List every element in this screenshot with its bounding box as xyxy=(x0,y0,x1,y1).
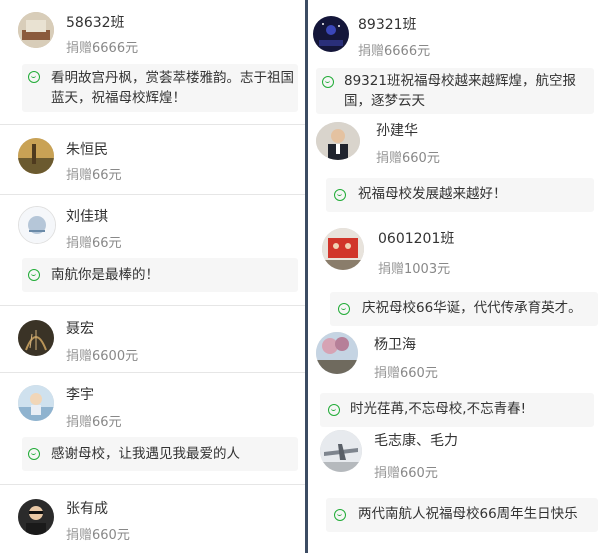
donor-name: 聂宏 xyxy=(66,321,94,337)
donor-name: 58632班 xyxy=(66,15,125,31)
avatar[interactable] xyxy=(18,385,54,421)
donation-amount: 捐赠1003元 xyxy=(378,258,450,277)
avatar[interactable] xyxy=(18,499,54,535)
donation-value: 660元 xyxy=(400,366,438,381)
donation-value: 660元 xyxy=(402,151,440,166)
donor-list-right[interactable]: 89321班 捐赠6666元 89321班祝福母校越来越辉煌，航空报国，逐梦云天… xyxy=(308,0,599,553)
donation-amount: 捐赠660元 xyxy=(376,147,440,166)
message-text: 祝福母校发展越来越好！ xyxy=(358,186,507,202)
avatar[interactable] xyxy=(320,430,362,472)
donation-amount: 捐赠6666元 xyxy=(66,37,138,56)
donation-value: 1003元 xyxy=(404,262,451,277)
donation-label: 捐赠 xyxy=(358,44,385,59)
donor-name: 朱恒民 xyxy=(66,142,108,158)
message-text: 看明故宫丹枫，赏荟萃楼雅韵。志于祖国蓝天，祝福母校辉煌！ xyxy=(51,70,294,106)
message-box: 看明故宫丹枫，赏荟萃楼雅韵。志于祖国蓝天，祝福母校辉煌！ xyxy=(22,64,298,112)
donor-name: 89321班 xyxy=(358,17,417,33)
donor-name: 毛志康、毛力 xyxy=(374,433,458,449)
donation-label: 捐赠 xyxy=(66,528,93,543)
message-box: 庆祝母校66华诞，代代传承育英才。 xyxy=(330,292,598,326)
message-box: 两代南航人祝福母校66周年生日快乐 xyxy=(326,498,598,532)
donation-label: 捐赠 xyxy=(378,262,405,277)
avatar[interactable] xyxy=(18,206,56,244)
avatar[interactable] xyxy=(316,122,360,160)
message-box: 89321班祝福母校越来越辉煌，航空报国，逐梦云天 xyxy=(316,68,594,114)
separator xyxy=(0,194,305,195)
message-icon xyxy=(334,509,346,521)
donation-value: 6666元 xyxy=(384,44,431,59)
donation-amount: 捐赠6666元 xyxy=(358,40,430,59)
donor-name: 孙建华 xyxy=(376,123,418,139)
donation-amount: 捐赠66元 xyxy=(66,232,122,251)
message-text: 两代南航人祝福母校66周年生日快乐 xyxy=(358,506,578,522)
donation-label: 捐赠 xyxy=(376,151,403,166)
donor-name: 刘佳琪 xyxy=(66,209,108,225)
donation-amount: 捐赠660元 xyxy=(66,524,130,543)
message-icon xyxy=(322,76,334,88)
donation-label: 捐赠 xyxy=(66,41,93,56)
donation-amount: 捐赠660元 xyxy=(374,462,438,481)
donation-label: 捐赠 xyxy=(66,349,93,364)
message-text: 89321班祝福母校越来越辉煌，航空报国，逐梦云天 xyxy=(344,73,576,109)
message-icon xyxy=(338,303,350,315)
donor-list-left[interactable]: 58632班 捐赠6666元 看明故宫丹枫，赏荟萃楼雅韵。志于祖国蓝天，祝福母校… xyxy=(0,0,305,553)
separator xyxy=(0,372,305,373)
donation-value: 66元 xyxy=(92,236,122,251)
avatar[interactable] xyxy=(18,320,54,356)
avatar[interactable] xyxy=(322,228,364,270)
donation-value: 660元 xyxy=(92,528,130,543)
donor-name: 张有成 xyxy=(66,501,108,517)
donation-label: 捐赠 xyxy=(66,415,93,430)
message-text: 庆祝母校66华诞，代代传承育英才。 xyxy=(362,300,582,316)
donation-value: 660元 xyxy=(400,466,438,481)
separator xyxy=(0,484,305,485)
message-icon xyxy=(28,448,40,460)
donation-amount: 捐赠660元 xyxy=(374,362,438,381)
donation-value: 66元 xyxy=(92,168,122,183)
donation-label: 捐赠 xyxy=(66,236,93,251)
message-text: 时光荏苒,不忘母校,不忘青春! xyxy=(350,401,526,417)
separator xyxy=(0,305,305,306)
donation-label: 捐赠 xyxy=(374,366,401,381)
donation-label: 捐赠 xyxy=(374,466,401,481)
message-box: 南航你是最棒的！ xyxy=(22,258,298,292)
donation-amount: 捐赠66元 xyxy=(66,164,122,183)
message-box: 时光荏苒,不忘母校,不忘青春! xyxy=(320,393,594,427)
message-box: 祝福母校发展越来越好！ xyxy=(326,178,594,212)
donation-value: 66元 xyxy=(92,415,122,430)
message-icon xyxy=(28,269,40,281)
donor-name: 杨卫海 xyxy=(374,337,416,353)
message-text: 感谢母校，让我遇见我最爱的人 xyxy=(51,446,240,462)
message-icon xyxy=(334,189,346,201)
message-icon xyxy=(28,71,40,83)
avatar[interactable] xyxy=(313,16,349,52)
avatar[interactable] xyxy=(316,332,358,374)
avatar[interactable] xyxy=(18,138,54,174)
avatar[interactable] xyxy=(18,12,54,48)
donation-amount: 捐赠66元 xyxy=(66,411,122,430)
message-text: 南航你是最棒的！ xyxy=(51,267,159,283)
donation-label: 捐赠 xyxy=(66,168,93,183)
separator xyxy=(0,124,305,125)
donation-amount: 捐赠6600元 xyxy=(66,345,138,364)
donor-name: 李宇 xyxy=(66,387,94,403)
donation-value: 6600元 xyxy=(92,349,139,364)
message-icon xyxy=(328,404,340,416)
donation-value: 6666元 xyxy=(92,41,139,56)
donor-name: 0601201班 xyxy=(378,231,455,247)
message-box: 感谢母校，让我遇见我最爱的人 xyxy=(22,437,298,471)
